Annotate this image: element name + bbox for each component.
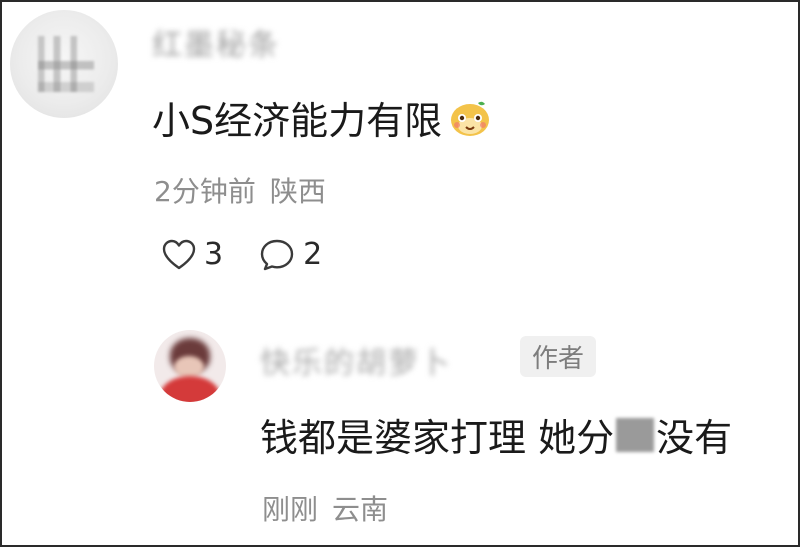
reply-username[interactable]: 快乐的胡萝卜 [260, 338, 452, 382]
like-count: 3 [204, 237, 224, 272]
location: 陕西 [269, 175, 326, 208]
reply-timestamp: 刚刚 [262, 493, 319, 526]
avatar[interactable] [10, 10, 118, 118]
comment-thread: 红墨秘条 小S经济能力有限 2分钟前 陕西 3 2 快乐的胡萝卜 作者 钱都是婆… [0, 0, 800, 547]
reply-location: 云南 [332, 493, 389, 526]
comment-body: 小S经济能力有限 [152, 99, 443, 143]
avatar-pixelated-image [38, 36, 94, 92]
reply-text: 钱都是婆家打理 她分 没有 [260, 407, 732, 462]
timestamp: 2分钟前 [154, 175, 256, 208]
comment-text: 小S经济能力有限 [152, 90, 492, 145]
author-badge: 作者 [520, 336, 597, 377]
reply-body-part1: 钱都是婆家打理 她分 [260, 416, 615, 460]
reply-button[interactable]: 2 [259, 237, 322, 272]
reply-body-part2: 没有 [656, 416, 733, 460]
comment-meta: 2分钟前 陕西 [154, 170, 326, 210]
reply-avatar[interactable] [154, 330, 226, 402]
like-button[interactable]: 3 [162, 237, 223, 272]
redacted-character [616, 417, 655, 452]
comment-actions: 3 2 [162, 237, 358, 272]
reply-meta: 刚刚 云南 [262, 488, 388, 528]
heart-outline-icon [162, 239, 196, 269]
smiling-face-emoji-icon [448, 98, 492, 138]
speech-bubble-icon [260, 239, 294, 270]
username[interactable]: 红墨秘条 [152, 20, 280, 64]
reply-count: 2 [303, 237, 323, 272]
